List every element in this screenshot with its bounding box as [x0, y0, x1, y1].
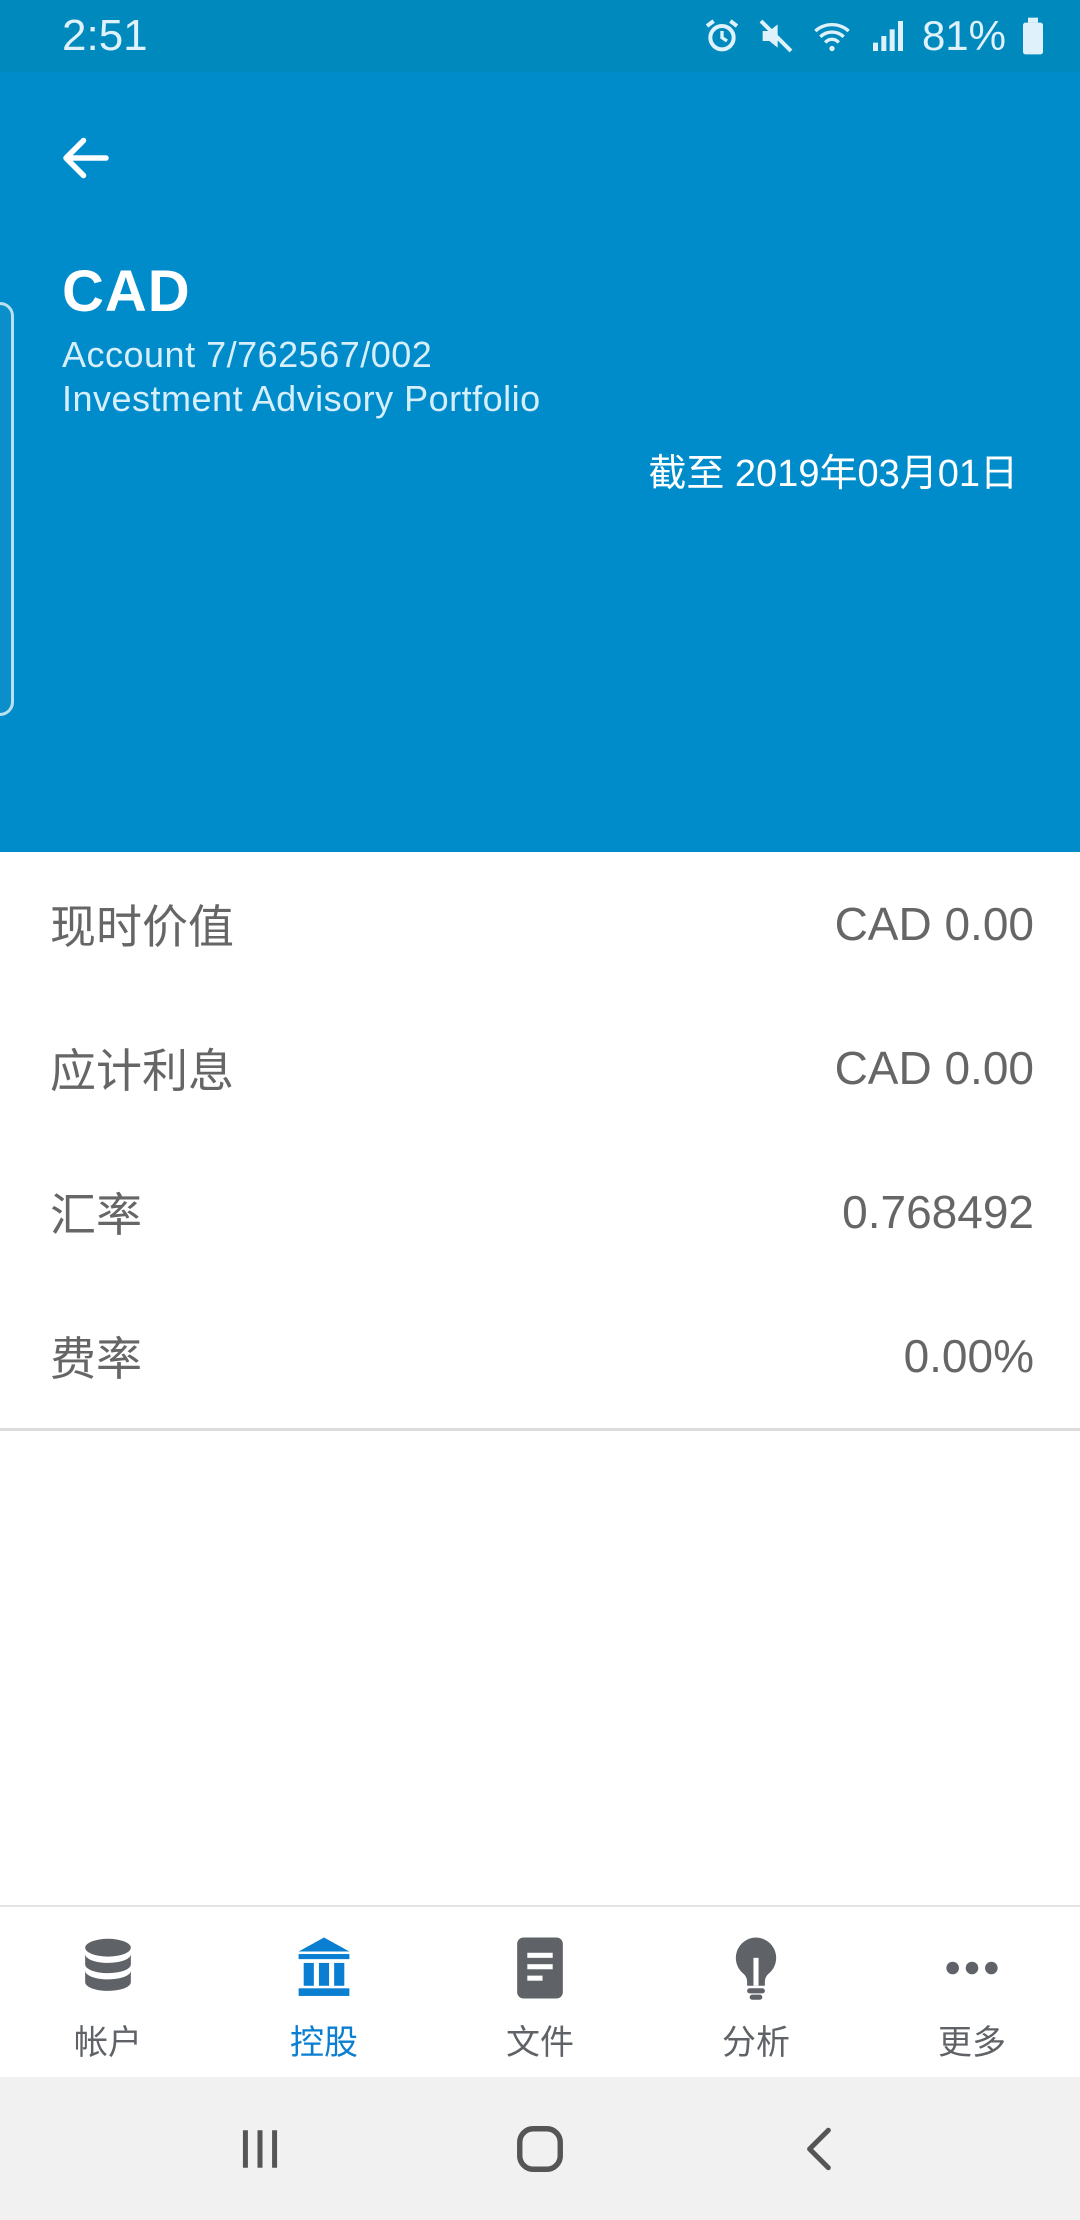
detail-row-exchange-rate: 汇率 0.768492 — [0, 1140, 1080, 1284]
tab-label: 文件 — [506, 2024, 574, 2062]
tab-label: 分析 — [722, 2024, 790, 2062]
account-header: CAD Account 7/762567/002 Investment Advi… — [0, 72, 1080, 852]
detail-row-accrued-interest: 应计利息 CAD 0.00 — [0, 996, 1080, 1140]
battery-icon — [1023, 17, 1043, 55]
tab-label: 帐户 — [74, 2024, 142, 2062]
divider — [0, 1428, 1080, 1431]
chevron-left-icon — [807, 2127, 831, 2170]
system-nav-bar — [0, 2077, 1080, 2220]
detail-label: 应计利息 — [50, 1045, 234, 1097]
tab-label: 更多 — [938, 2024, 1006, 2062]
status-icons: 81% — [702, 12, 1046, 60]
tab-accounts[interactable]: 帐户 — [0, 1907, 216, 2077]
detail-list: 现时价值 CAD 0.00 应计利息 CAD 0.00 汇率 0.768492 … — [0, 852, 1080, 1428]
detail-label: 费率 — [50, 1333, 142, 1385]
lightbulb-icon — [735, 1937, 777, 2000]
detail-value: 0.00% — [903, 1330, 1034, 1382]
tab-analysis[interactable]: 分析 — [648, 1907, 864, 2077]
more-icon — [946, 1961, 998, 1975]
document-icon — [517, 1937, 563, 1999]
database-icon — [85, 1938, 131, 1991]
system-back-button[interactable] — [775, 2104, 865, 2194]
alarm-icon — [705, 19, 739, 52]
tab-label: 控股 — [290, 2024, 358, 2062]
battery-percent: 81% — [921, 12, 1006, 59]
tab-more[interactable]: 更多 — [864, 1907, 1080, 2077]
bank-icon — [298, 1937, 350, 1996]
mute-icon — [759, 19, 793, 53]
wifi-icon — [814, 23, 850, 52]
home-icon — [517, 2125, 563, 2172]
detail-row-current-value: 现时价值 CAD 0.00 — [0, 852, 1080, 996]
portfolio-name: Investment Advisory Portfolio — [62, 378, 541, 419]
currency-title: CAD — [62, 259, 191, 324]
detail-label: 现时价值 — [50, 901, 234, 953]
tab-holdings[interactable]: 控股 — [216, 1907, 432, 2077]
tab-documents[interactable]: 文件 — [432, 1907, 648, 2077]
detail-value: 0.768492 — [842, 1186, 1034, 1238]
home-button[interactable] — [495, 2104, 585, 2194]
status-bar: 2:51 81% — [0, 0, 1080, 72]
detail-value: CAD 0.00 — [834, 1042, 1034, 1094]
as-of-date: 截至 2019年03月01日 — [648, 453, 1018, 495]
detail-row-fee-rate: 费率 0.00% — [0, 1284, 1080, 1428]
bottom-nav: 帐户 控股 文件 分析 更多 — [0, 1905, 1080, 2077]
detail-label: 汇率 — [50, 1189, 142, 1241]
detail-value: CAD 0.00 — [834, 898, 1034, 950]
back-button[interactable] — [56, 128, 116, 188]
recent-apps-button[interactable] — [215, 2104, 305, 2194]
recent-apps-icon — [242, 2129, 278, 2168]
arrow-left-icon — [63, 137, 109, 179]
signal-icon — [872, 21, 903, 51]
status-time: 2:51 — [62, 11, 148, 60]
account-number: Account 7/762567/002 — [62, 334, 433, 375]
side-drawer-handle[interactable] — [0, 302, 14, 716]
